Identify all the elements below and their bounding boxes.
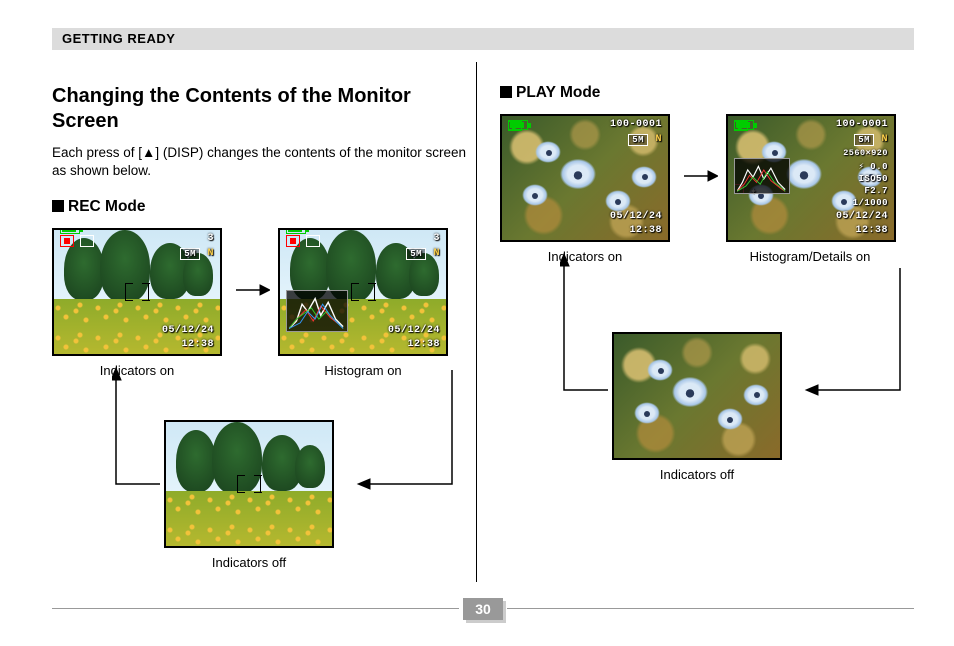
arrow-up-path-icon (560, 250, 620, 420)
antishake-icon (306, 235, 320, 247)
rec-scene: 3 5M N 05/12/24 12:38 (54, 230, 220, 354)
battery-icon (286, 230, 306, 234)
osd-time: 12:38 (855, 225, 888, 236)
osd-resolution: 2560×920 (843, 148, 888, 158)
osd-shots-remaining: 3 (207, 233, 214, 244)
osd-time: 12:38 (629, 225, 662, 236)
page-title: Changing the Contents of the Monitor Scr… (52, 84, 472, 134)
histogram-panel (734, 158, 790, 194)
battery-icon (508, 120, 528, 130)
play-scene: 100-0001 5M N 2560×920 ⚡ 0.0 ISO50 F2.7 … (728, 116, 894, 240)
play-scene (614, 334, 780, 458)
left-column: Changing the Contents of the Monitor Scr… (52, 58, 472, 588)
osd-folder-file: 100-0001 (836, 119, 888, 130)
rec-mode-icon (286, 235, 300, 247)
osd-ev: ⚡ 0.0 (858, 162, 888, 172)
osd-size: 5M (628, 134, 648, 146)
play-mode-label: PLAY Mode (516, 84, 600, 101)
histogram-panel (286, 290, 348, 332)
osd-folder-file: 100-0001 (610, 119, 662, 130)
osd-size: 5M (180, 248, 200, 260)
histogram-icon (289, 293, 345, 330)
arrow-down-path-icon (800, 250, 910, 420)
arrow-right-icon (682, 168, 718, 184)
focus-frame-icon (351, 283, 375, 301)
rec-scene: 3 5M N 05/12/24 12:38 (280, 230, 446, 354)
osd-quality: N (433, 248, 440, 259)
battery-icon (734, 120, 754, 130)
square-bullet-icon (500, 86, 512, 98)
arrow-right-icon (234, 282, 270, 298)
focus-frame-icon (125, 283, 149, 301)
battery-icon (60, 230, 80, 234)
osd-shutter: 1/1000 (853, 198, 888, 208)
osd-size: 5M (854, 134, 874, 146)
caption-indicators-off: Indicators off (164, 555, 334, 570)
play-scene: 100-0001 5M N 05/12/24 12:38 (502, 116, 668, 240)
section-header: GETTING READY (52, 28, 914, 50)
osd-shots-remaining: 3 (433, 233, 440, 244)
osd-time: 12:38 (181, 339, 214, 350)
rec-screen-indicators-on: 3 5M N 05/12/24 12:38 (52, 228, 222, 356)
osd-iso: ISO50 (858, 174, 888, 184)
osd-date: 05/12/24 (610, 211, 662, 222)
histogram-icon (737, 161, 787, 193)
section-title: GETTING READY (62, 31, 175, 46)
play-screen-histogram-details: 100-0001 5M N 2560×920 ⚡ 0.0 ISO50 F2.7 … (726, 114, 896, 242)
play-mode-diagram: 100-0001 5M N 05/12/24 12:38 Indicators … (500, 114, 920, 534)
column-divider (476, 62, 477, 582)
play-screen-indicators-off (612, 332, 782, 460)
osd-size: 5M (406, 248, 426, 260)
caption-play-indicators-off: Indicators off (612, 467, 782, 482)
osd-quality: N (881, 134, 888, 145)
play-mode-heading: PLAY Mode (500, 84, 920, 102)
arrow-up-path-icon (112, 364, 172, 514)
osd-quality: N (655, 134, 662, 145)
page-footer: 30 (52, 598, 914, 620)
rec-mode-heading: REC Mode (52, 198, 472, 216)
play-screen-indicators-on: 100-0001 5M N 05/12/24 12:38 (500, 114, 670, 242)
arrow-down-path-icon (352, 364, 462, 514)
rec-mode-diagram: 3 5M N 05/12/24 12:38 Indicators on 3 5M… (52, 228, 472, 588)
osd-quality: N (207, 248, 214, 259)
rec-screen-indicators-off (164, 420, 334, 548)
page-number: 30 (463, 598, 503, 620)
rec-screen-histogram-on: 3 5M N 05/12/24 12:38 (278, 228, 448, 356)
osd-time: 12:38 (407, 339, 440, 350)
osd-aperture: F2.7 (864, 186, 888, 196)
rec-mode-label: REC Mode (68, 198, 146, 215)
right-column: PLAY Mode 100-0001 5M N 05/12/24 12:38 I… (500, 58, 920, 534)
osd-date: 05/12/24 (836, 211, 888, 222)
rec-mode-icon (60, 235, 74, 247)
square-bullet-icon (52, 200, 64, 212)
intro-paragraph: Each press of [▲] (DISP) changes the con… (52, 144, 472, 180)
osd-date: 05/12/24 (388, 325, 440, 336)
rec-scene (166, 422, 332, 546)
focus-frame-icon (237, 475, 261, 493)
antishake-icon (80, 235, 94, 247)
footer-rule-left (52, 608, 459, 609)
footer-rule-right (507, 608, 914, 609)
osd-date: 05/12/24 (162, 325, 214, 336)
